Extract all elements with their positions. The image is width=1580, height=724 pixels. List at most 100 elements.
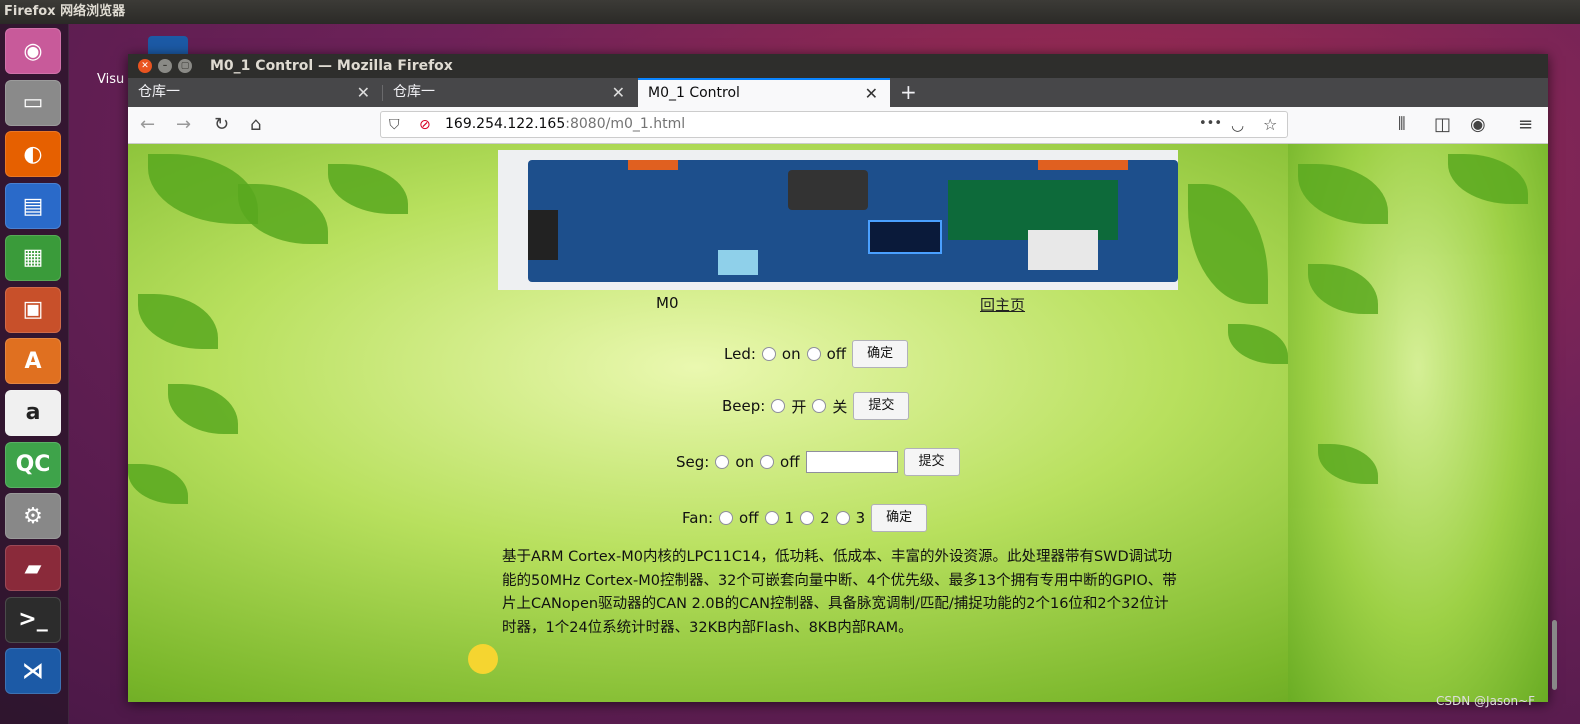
beep-on-label: 开 <box>791 397 807 416</box>
tab-label: 仓库一 <box>138 84 180 100</box>
led-off-radio[interactable] <box>806 347 821 361</box>
device-description: 基于ARM Cortex-M0内核的LPC11C14，低功耗、低成本、丰富的外设… <box>502 549 1177 636</box>
fan-control-row: Fan: off 1 2 3 确定 <box>682 504 928 532</box>
pocket-icon[interactable]: ◡ <box>1231 113 1244 137</box>
ubuntu-logo-icon[interactable]: ◉ <box>5 28 61 74</box>
fan-off-radio[interactable] <box>719 511 734 525</box>
firefox-icon[interactable]: ◐ <box>5 131 61 178</box>
new-tab-icon[interactable]: + <box>900 78 917 107</box>
leaf-decoration <box>328 164 408 214</box>
home-icon[interactable]: ⌂ <box>250 113 261 137</box>
url-path: :8080/m0_1.html <box>565 116 686 132</box>
leaf-decoration <box>1188 184 1268 304</box>
fan-speed-1-radio[interactable] <box>764 511 779 525</box>
shield-icon[interactable]: ⛉ <box>389 113 400 137</box>
active-app-name: Firefox 网络浏览器 <box>4 4 126 19</box>
terminal-icon[interactable]: >_ <box>5 596 61 643</box>
tab-warehouse-1[interactable]: 仓库一 ✕ <box>128 78 382 107</box>
fan-speed-3-label: 3 <box>855 509 866 527</box>
seg-control-row: Seg: on off 提交 <box>676 448 960 476</box>
window-titlebar: ✕ – ▢ M0_1 Control — Mozilla Firefox <box>128 54 1548 78</box>
leaf-decoration <box>138 294 218 349</box>
led-label: Led: <box>724 345 756 363</box>
book-icon[interactable]: ▰ <box>5 545 61 591</box>
leaf-decoration <box>1308 264 1378 314</box>
fan-speed-3-radio[interactable] <box>835 511 850 525</box>
fan-speed-1-label: 1 <box>784 509 795 527</box>
beep-off-radio[interactable] <box>812 399 827 413</box>
device-label: M0 <box>656 294 679 312</box>
impress-icon[interactable]: ▣ <box>5 286 61 333</box>
fan-confirm-button[interactable]: 确定 <box>871 504 928 532</box>
leaf-decoration <box>238 184 328 244</box>
beep-on-radio[interactable] <box>771 399 786 413</box>
tab-m0-control[interactable]: M0_1 Control ✕ <box>638 78 890 107</box>
vscode-icon[interactable]: ⋊ <box>5 648 61 695</box>
led-on-radio[interactable] <box>761 347 776 361</box>
amazon-icon[interactable]: a <box>5 389 61 436</box>
library-icon[interactable]: ⫴ <box>1398 113 1406 137</box>
close-tab-icon[interactable]: ✕ <box>865 80 878 107</box>
url-host: 169.254.122.165 <box>445 116 566 132</box>
url-text[interactable]: 169.254.122.165:8080/m0_1.html <box>445 112 685 137</box>
leaf-decoration <box>1448 154 1528 204</box>
insecure-lock-icon[interactable]: ⊘ <box>419 113 431 137</box>
reload-icon[interactable]: ↻ <box>214 113 229 137</box>
tab-warehouse-2[interactable]: 仓库一 ✕ <box>383 78 637 107</box>
home-link[interactable]: 回主页 <box>980 294 1025 315</box>
seg-off-label: off <box>780 453 800 471</box>
beep-off-label: 关 <box>832 397 848 416</box>
desktop-icon-label: Visu <box>97 72 125 87</box>
page-actions-icon[interactable]: ••• <box>1199 112 1222 136</box>
launcher: ◉ ▭ ◐ ▤ ▦ ▣ Aa QC ⚙ ▰ >_ ⋊ <box>0 24 69 724</box>
firefox-window: ✕ – ▢ M0_1 Control — Mozilla Firefox 仓库一… <box>128 54 1548 702</box>
seg-label: Seg: <box>676 453 710 471</box>
flower-decoration <box>468 644 498 674</box>
led-off-label: off <box>826 345 847 363</box>
background-panel <box>1288 144 1548 702</box>
software-center-icon[interactable]: A <box>5 338 61 385</box>
beep-label: Beep: <box>722 397 766 415</box>
files-icon[interactable]: ▭ <box>5 79 61 126</box>
seg-value-input[interactable] <box>805 451 898 473</box>
writer-icon[interactable]: ▤ <box>5 183 61 230</box>
fan-speed-2-radio[interactable] <box>800 511 815 525</box>
tab-label: M0_1 Control <box>648 85 740 101</box>
menu-icon[interactable]: ≡ <box>1518 113 1533 137</box>
window-title: M0_1 Control — Mozilla Firefox <box>210 58 453 74</box>
back-icon[interactable]: ← <box>140 113 155 137</box>
beep-control-row: Beep: 开 关 提交 <box>722 392 910 420</box>
ubuntu-top-bar: Firefox 网络浏览器 <box>0 0 1580 24</box>
led-control-row: Led: on off 确定 <box>724 340 909 368</box>
leaf-decoration <box>1298 164 1388 224</box>
tab-label: 仓库一 <box>393 84 435 100</box>
close-window-icon[interactable]: ✕ <box>138 59 152 73</box>
forward-icon[interactable]: → <box>176 113 191 137</box>
leaf-decoration <box>168 384 238 434</box>
account-icon[interactable]: ◉ <box>1470 113 1486 137</box>
calc-icon[interactable]: ▦ <box>5 234 61 281</box>
settings-icon[interactable]: ⚙ <box>5 493 61 540</box>
beep-submit-button[interactable]: 提交 <box>853 392 910 420</box>
qtcreator-icon[interactable]: QC <box>5 441 61 488</box>
seg-on-radio[interactable] <box>715 455 730 469</box>
url-bar[interactable]: ⛉ ⊘ 169.254.122.165:8080/m0_1.html ••• ◡… <box>380 111 1288 138</box>
tab-bar: 仓库一 ✕ 仓库一 ✕ M0_1 Control ✕ + <box>128 78 1548 107</box>
pcb-image <box>528 160 1178 282</box>
maximize-window-icon[interactable]: ▢ <box>178 59 192 73</box>
led-confirm-button[interactable]: 确定 <box>852 340 909 368</box>
seg-on-label: on <box>735 453 755 471</box>
seg-submit-button[interactable]: 提交 <box>903 448 960 476</box>
bookmark-star-icon[interactable]: ☆ <box>1263 113 1277 137</box>
page-scrollbar[interactable] <box>1552 620 1557 690</box>
close-tab-icon[interactable]: ✕ <box>357 78 370 107</box>
minimize-window-icon[interactable]: – <box>158 59 172 73</box>
seg-off-radio[interactable] <box>760 455 775 469</box>
leaf-decoration <box>1228 324 1288 364</box>
close-tab-icon[interactable]: ✕ <box>612 78 625 107</box>
navigation-toolbar: ← → ↻ ⌂ ⛉ ⊘ 169.254.122.165:8080/m0_1.ht… <box>128 107 1548 144</box>
fan-speed-2-label: 2 <box>820 509 830 527</box>
watermark: CSDN @Jason~F <box>1436 694 1536 708</box>
page-content: M0 回主页 Led: on off 确定 Beep: 开 关 提交 Seg: … <box>128 144 1548 702</box>
sidebar-icon[interactable]: ◫ <box>1434 113 1451 137</box>
